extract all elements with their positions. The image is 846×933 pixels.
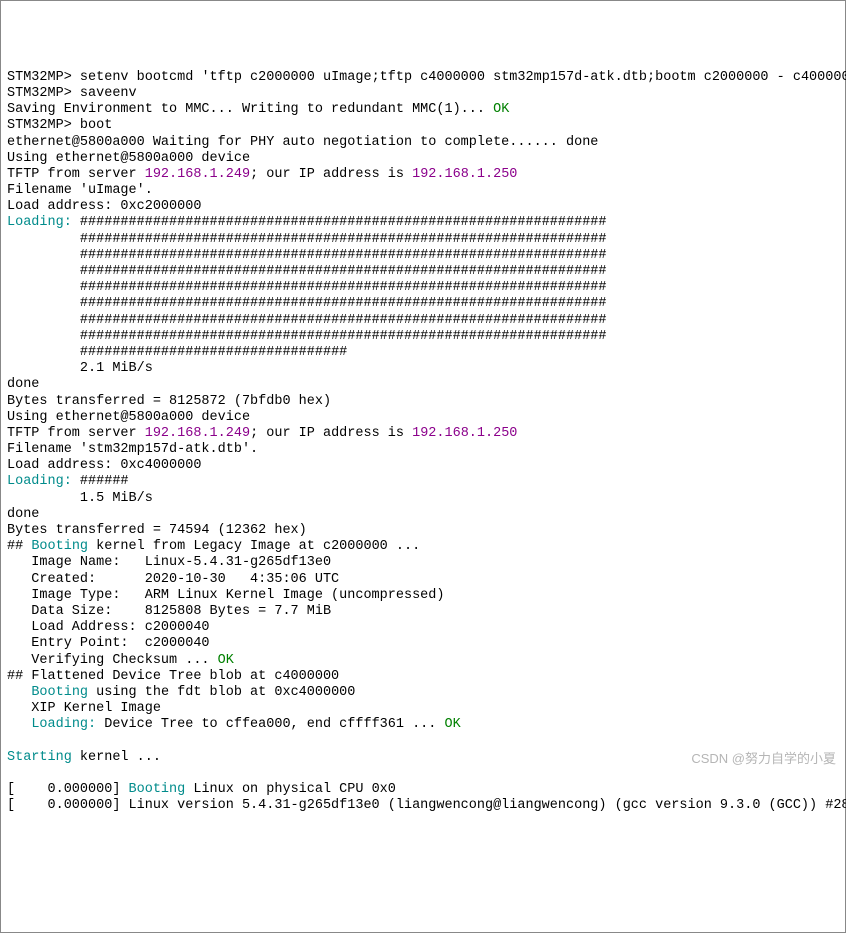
hh: ## [7, 669, 31, 684]
data-size: Data Size: 8125808 Bytes = 7.7 MiB [7, 604, 331, 619]
bytes1: Bytes transferred = 8125872 (7bfdb0 hex) [7, 394, 331, 409]
loading-kw: Loading: [7, 215, 72, 230]
load-addr1: Load address: 0xc2000000 [7, 199, 201, 214]
ok-text: OK [444, 717, 460, 732]
cmd-boot: boot [80, 118, 112, 133]
bytes2: Bytes transferred = 74594 (12362 hex) [7, 523, 307, 538]
load-addr2: Load address: 0xc4000000 [7, 458, 201, 473]
using-eth: Using ethernet@5800a000 device [7, 151, 250, 166]
hash-row: ########################################… [80, 232, 607, 247]
fdt-rest: Flattened Device Tree blob at c4000000 [31, 669, 339, 684]
hh: ## [7, 539, 31, 554]
loading-kw: Loading: [31, 717, 96, 732]
kmsg1-rest: Linux on physical CPU 0x0 [185, 782, 396, 797]
boot-kernel-rest: kernel from Legacy Image at c2000000 ... [88, 539, 420, 554]
booting-kw: Booting [31, 539, 88, 554]
loading-kw: Loading: [7, 474, 72, 489]
hash-row: ########################################… [80, 215, 607, 230]
cmd-saveenv: saveenv [80, 86, 137, 101]
prompt: STM32MP> [7, 70, 72, 85]
verify-pre: Verifying Checksum ... [7, 653, 218, 668]
hash-row: ########################################… [80, 248, 607, 263]
hash-row: ########################################… [80, 264, 607, 279]
using-eth: Using ethernet@5800a000 device [7, 410, 250, 425]
speed2: 1.5 MiB/s [80, 491, 153, 506]
hash-row: ###### [80, 474, 129, 489]
created: Created: 2020-10-30 4:35:06 UTC [7, 572, 339, 587]
server-ip: 192.168.1.249 [145, 426, 250, 441]
hash-row: ########################################… [80, 329, 607, 344]
filename2: Filename 'stm32mp157d-atk.dtb'. [7, 442, 258, 457]
image-type: Image Type: ARM Linux Kernel Image (unco… [7, 588, 444, 603]
speed1: 2.1 MiB/s [80, 361, 153, 376]
terminal-output: STM32MP> setenv bootcmd 'tftp c2000000 u… [7, 70, 839, 815]
fdt-boot-rest: using the fdt blob at 0xc4000000 [88, 685, 355, 700]
save-env-msg: Saving Environment to MMC... Writing to … [7, 102, 493, 117]
prompt: STM32MP> [7, 118, 72, 133]
kmsg2: [ 0.000000] Linux version 5.4.31-g265df1… [7, 798, 846, 813]
hash-row: ########################################… [80, 280, 607, 295]
tftp-line: TFTP from server [7, 167, 145, 182]
hash-row: ################################# [80, 345, 347, 360]
phy-wait: ethernet@5800a000 Waiting for PHY auto n… [7, 135, 598, 150]
booting-kw: Booting [31, 685, 88, 700]
booting-kw: Booting [129, 782, 186, 797]
client-ip: 192.168.1.250 [412, 167, 517, 182]
client-ip: 192.168.1.250 [412, 426, 517, 441]
done: done [7, 507, 39, 522]
kmsg-ts: [ 0.000000] [7, 782, 129, 797]
starting-kw: Starting [7, 750, 72, 765]
hash-row: ########################################… [80, 296, 607, 311]
start-rest: kernel ... [72, 750, 161, 765]
prompt: STM32MP> [7, 86, 72, 101]
entry-point: Entry Point: c2000040 [7, 636, 210, 651]
tftp-line: TFTP from server [7, 426, 145, 441]
image-name: Image Name: Linux-5.4.31-g265df13e0 [7, 555, 331, 570]
server-ip: 192.168.1.249 [145, 167, 250, 182]
done: done [7, 377, 39, 392]
cmd-setenv: setenv bootcmd 'tftp c2000000 uImage;tft… [80, 70, 846, 85]
ok-text: OK [218, 653, 234, 668]
xip: XIP Kernel Image [7, 701, 161, 716]
ok-text: OK [493, 102, 509, 117]
load-dt-rest: Device Tree to cffea000, end cffff361 ..… [96, 717, 444, 732]
hash-row: ########################################… [80, 313, 607, 328]
load-address: Load Address: c2000040 [7, 620, 210, 635]
filename1: Filename 'uImage'. [7, 183, 153, 198]
